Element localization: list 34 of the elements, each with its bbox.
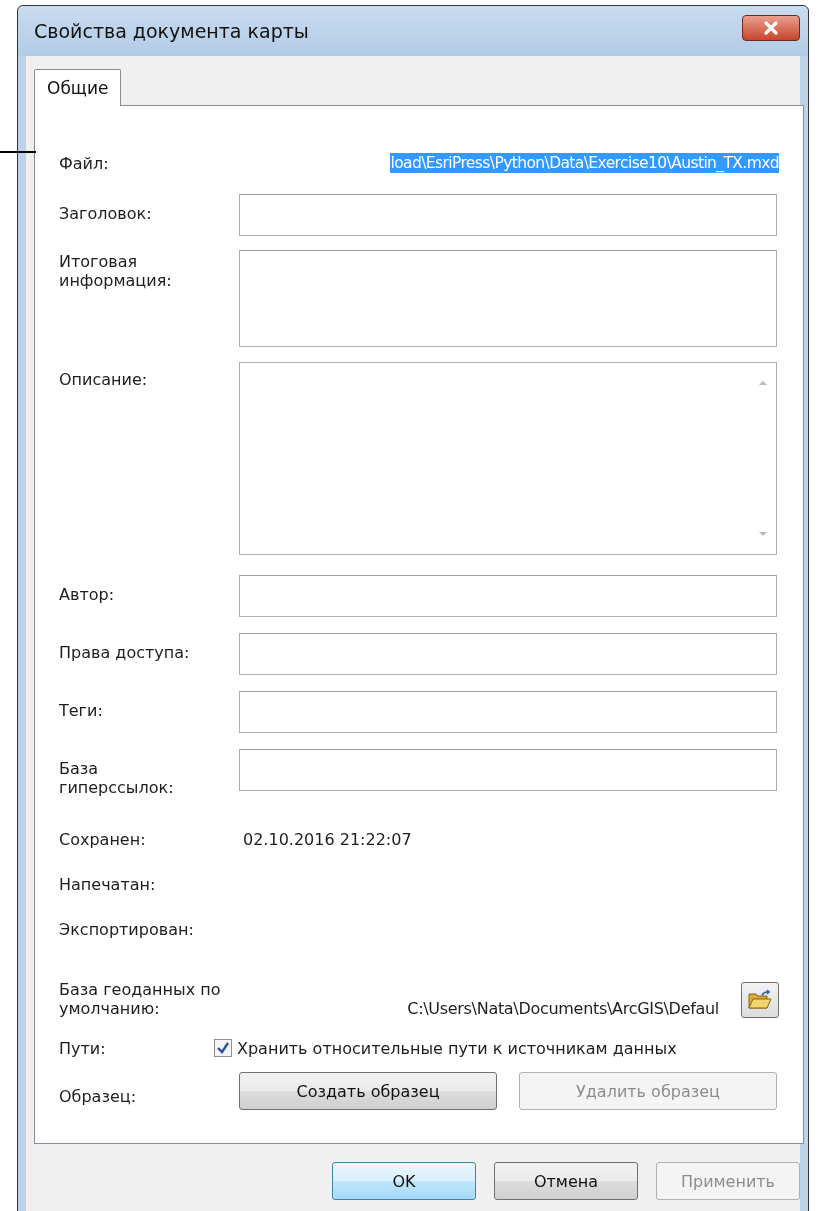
field-label: Файл: [59, 153, 110, 173]
input-field[interactable] [239, 749, 777, 791]
input-field[interactable] [239, 633, 777, 675]
scroll-down-icon [758, 530, 768, 538]
field-label: Образец: [59, 1085, 138, 1106]
checkbox[interactable] [214, 1039, 232, 1057]
dialog-button[interactable]: Отмена [494, 1162, 638, 1200]
input-field[interactable] [239, 194, 777, 236]
close-button[interactable] [742, 15, 800, 41]
folder-icon [747, 989, 773, 1011]
field-label: Напечатан: [59, 875, 157, 894]
input-field[interactable] [239, 691, 777, 733]
template-button[interactable]: Создать образец [239, 1072, 497, 1110]
dialog-button[interactable]: OK [332, 1162, 476, 1200]
window-title: Свойства документа карты [34, 20, 309, 42]
field-label: База геоданных по умолчанию: [59, 980, 222, 1018]
field-label: Пути: [59, 1038, 107, 1058]
field-label: Автор: [59, 584, 116, 604]
field-label: Описание: [59, 369, 149, 389]
field-label: Теги: [59, 700, 104, 720]
field-label: Права доступа: [59, 642, 191, 662]
saved-date-text: 02.10.2016 21:22:07 [243, 830, 412, 849]
input-field[interactable] [239, 575, 777, 617]
browse-button[interactable] [741, 982, 779, 1018]
geodatabase-path-text: C:\Users\Nata\Documents\ArcGIS\Defaul [406, 999, 719, 1018]
field-label: Сохранен: [59, 830, 147, 849]
field-label: Заголовок: [59, 203, 153, 223]
field-label: Итоговая информация: [59, 251, 173, 290]
tab[interactable]: Общие [34, 69, 122, 106]
input-field[interactable] [239, 250, 777, 347]
scroll-up-icon [758, 379, 768, 387]
field-label: База гиперссылок: [59, 758, 175, 797]
field-label: Экспортирован: [59, 920, 195, 939]
checkbox-label[interactable]: Хранить относительные пути к источникам данных [237, 1038, 677, 1058]
